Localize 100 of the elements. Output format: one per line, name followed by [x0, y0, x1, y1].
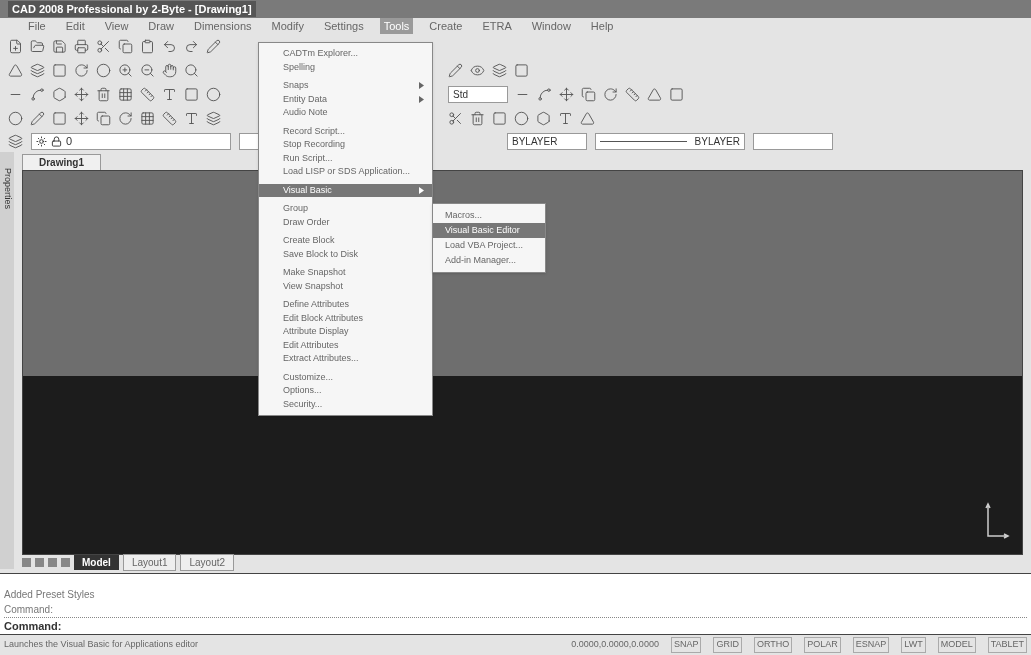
move-icon[interactable] [559, 86, 574, 102]
menu-entry[interactable]: Draw Order [259, 215, 432, 229]
menu-entry[interactable]: Macros... [433, 208, 545, 223]
copy-icon[interactable] [118, 38, 133, 54]
trash-icon[interactable] [470, 110, 485, 126]
scissors-icon[interactable] [448, 110, 463, 126]
scissors-icon[interactable] [96, 38, 111, 54]
grid-icon[interactable] [140, 110, 155, 126]
status-toggle[interactable]: LWT [901, 637, 926, 653]
text-icon[interactable] [558, 110, 573, 126]
menu-entry[interactable]: Define Attributes [259, 298, 432, 312]
menu-entry[interactable]: Add-in Manager... [433, 253, 545, 268]
menu-entry[interactable]: Edit Attributes [259, 338, 432, 352]
status-toggle[interactable]: MODEL [937, 637, 976, 653]
menu-entry[interactable]: Options... [259, 384, 432, 398]
command-prompt[interactable]: Command: [4, 616, 1027, 634]
trash-icon[interactable] [96, 86, 111, 102]
menu-entry[interactable]: Snaps [259, 79, 432, 93]
ruler-icon[interactable] [625, 86, 640, 102]
rotate-icon[interactable] [118, 110, 133, 126]
status-toggle[interactable]: SNAP [670, 637, 702, 653]
menu-entry[interactable]: Group [259, 202, 432, 216]
menu-item[interactable]: Help [586, 17, 618, 35]
menu-entry[interactable]: Record Script... [259, 124, 432, 138]
menu-entry[interactable]: Spelling [259, 60, 432, 74]
layers-icon[interactable] [206, 110, 221, 126]
square-icon[interactable] [669, 86, 684, 102]
menu-entry[interactable]: Stop Recording [259, 138, 432, 152]
menu-entry[interactable]: Extract Attributes... [259, 352, 432, 366]
status-toggle[interactable]: POLAR [804, 637, 841, 653]
menu-item[interactable]: View [100, 17, 133, 35]
printer-icon[interactable] [74, 38, 89, 54]
new-file-icon[interactable] [8, 38, 23, 54]
circle-icon[interactable] [96, 62, 111, 78]
zoom-out-icon[interactable] [140, 62, 155, 78]
square-icon[interactable] [492, 110, 507, 126]
menu-item[interactable]: Create [425, 17, 467, 35]
menu-entry[interactable]: Audio Note [259, 106, 432, 120]
menu-item[interactable]: Window [527, 17, 575, 35]
linetype-dropdown[interactable]: BYLAYER [595, 132, 745, 150]
menu-item[interactable]: ETRA [478, 17, 516, 35]
status-toggle[interactable]: ORTHO [753, 637, 793, 653]
triangle-icon[interactable] [8, 62, 23, 78]
menu-entry[interactable]: Run Script... [259, 151, 432, 165]
menu-entry[interactable]: View Snapshot [259, 279, 432, 293]
pencil-icon[interactable] [30, 110, 45, 126]
menu-entry[interactable]: Create Block [259, 234, 432, 248]
menu-entry[interactable]: Load LISP or SDS Application... [259, 165, 432, 179]
curve-icon[interactable] [30, 86, 45, 102]
rotate-icon[interactable] [74, 62, 89, 78]
eye-icon[interactable] [470, 62, 485, 78]
grid-icon[interactable] [118, 86, 133, 102]
pencil-icon[interactable] [206, 38, 221, 54]
copy-icon[interactable] [96, 110, 111, 126]
triangle-icon[interactable] [580, 110, 595, 126]
circle-icon[interactable] [206, 86, 221, 102]
side-panel-tab[interactable]: Properties [0, 152, 14, 569]
ruler-icon[interactable] [162, 110, 177, 126]
layers-icon[interactable] [492, 62, 507, 78]
search-icon[interactable] [184, 62, 199, 78]
menu-entry[interactable]: Customize... [259, 370, 432, 384]
pencil-icon[interactable] [448, 62, 463, 78]
menu-item[interactable]: Modify [267, 17, 308, 35]
clipboard-icon[interactable] [140, 38, 155, 54]
dimension-style-dropdown[interactable]: Std [448, 85, 508, 103]
menu-item[interactable]: Dimensions [190, 17, 256, 35]
zoom-in-icon[interactable] [118, 62, 133, 78]
drawing-tab[interactable]: Drawing1 [22, 154, 101, 170]
square-icon[interactable] [52, 62, 67, 78]
layers-icon[interactable] [30, 62, 45, 78]
move-icon[interactable] [74, 86, 89, 102]
undo-icon[interactable] [162, 38, 177, 54]
copy-icon[interactable] [581, 86, 596, 102]
menu-entry[interactable]: CADTm Explorer... [259, 47, 432, 61]
curve-icon[interactable] [537, 86, 552, 102]
hand-icon[interactable] [162, 62, 177, 78]
square-icon[interactable] [52, 110, 67, 126]
status-toggle[interactable]: ESNAP [852, 637, 890, 653]
menu-entry[interactable]: Make Snapshot [259, 266, 432, 280]
redo-icon[interactable] [184, 38, 199, 54]
rotate-icon[interactable] [603, 86, 618, 102]
triangle-icon[interactable] [647, 86, 662, 102]
text-icon[interactable] [162, 86, 177, 102]
square-icon[interactable] [514, 62, 529, 78]
status-toggle[interactable]: GRID [713, 637, 742, 653]
menu-item[interactable]: Edit [61, 17, 89, 35]
status-toggle[interactable]: TABLET [987, 637, 1027, 653]
menu-item[interactable]: File [24, 17, 50, 35]
hexagon-icon[interactable] [52, 86, 67, 102]
menu-item[interactable]: Draw [144, 17, 179, 35]
save-icon[interactable] [52, 38, 67, 54]
rectangle-icon[interactable] [184, 86, 199, 102]
menu-item[interactable]: Settings [319, 17, 368, 35]
menu-entry[interactable]: Load VBA Project... [433, 238, 545, 253]
circle-icon[interactable] [514, 110, 529, 126]
lineweight-dropdown[interactable] [753, 132, 833, 150]
layers-icon[interactable] [8, 133, 23, 149]
hexagon-icon[interactable] [536, 110, 551, 126]
menu-entry[interactable]: Entity Data [259, 92, 432, 106]
color-dropdown[interactable]: BYLAYER [507, 132, 587, 150]
